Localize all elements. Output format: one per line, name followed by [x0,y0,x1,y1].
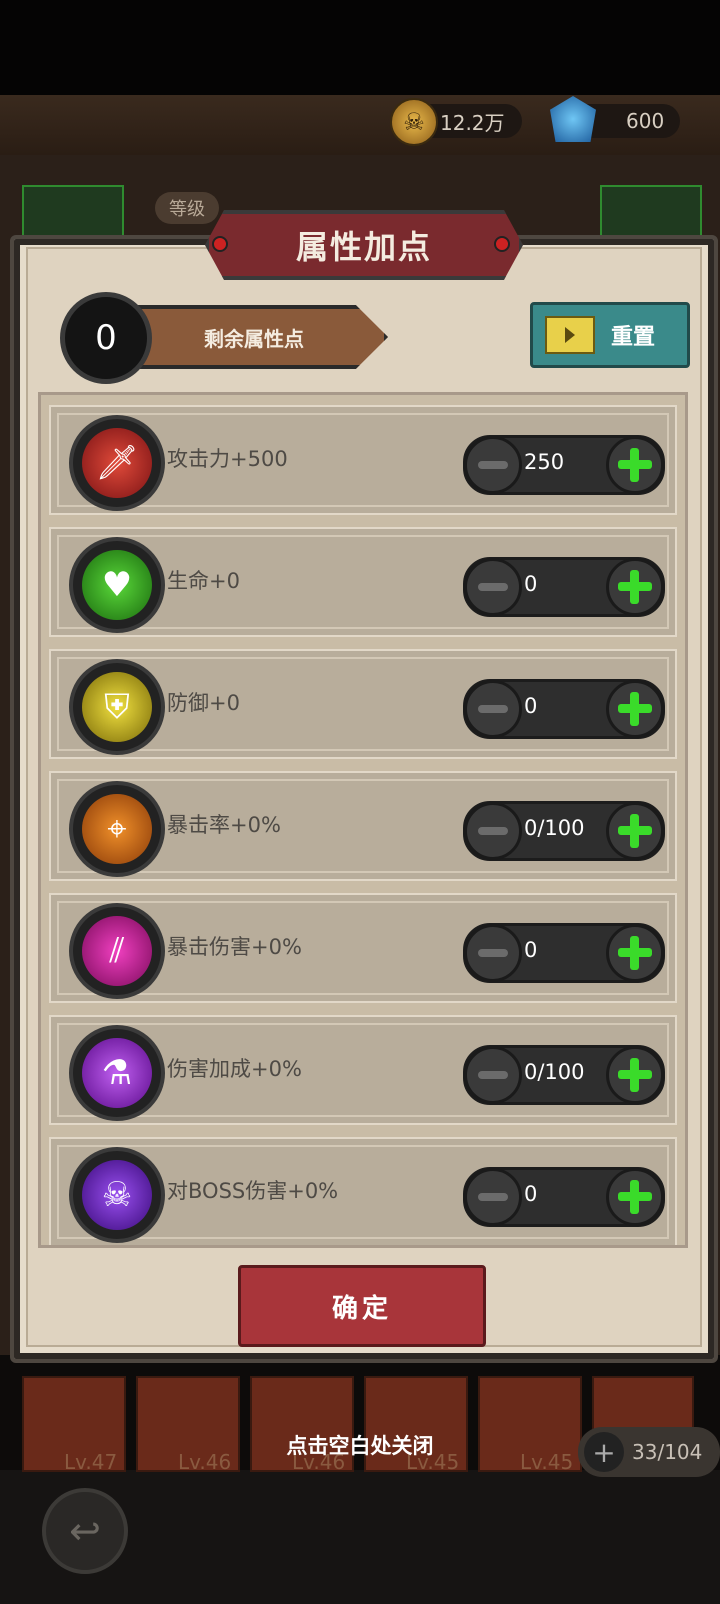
minus-button[interactable] [464,436,522,494]
title-rivet-icon [494,236,510,252]
remaining-points-label: 剩余属性点 [204,326,304,351]
bag-capacity[interactable]: + 33/104 [578,1427,720,1477]
minus-button[interactable] [464,802,522,860]
dialog-title-plate: 属性加点 [205,210,523,280]
minus-button[interactable] [464,1046,522,1104]
attribute-row-attack: 🗡 攻击力+500 250 [49,405,677,515]
stepper-value: 0/100 [524,1060,585,1084]
stepper-value: 250 [524,450,565,474]
coin-counter[interactable]: ☠ 12.2万 [390,98,522,146]
video-ad-icon [545,316,595,354]
attribute-list[interactable]: 🗡 攻击力+500 250 ♥ 生命+0 0 ⛨ 防御+0 0 ⌖ 暴击率+0% [38,392,688,1248]
minus-button[interactable] [464,680,522,738]
attribute-label: 攻击力+500 [167,447,288,471]
claw-icon: ⫽ [69,903,165,999]
attribute-row-crit-damage: ⫽ 暴击伤害+0% 0 [49,893,677,1003]
remaining-points-ribbon: 剩余属性点 [120,305,388,369]
boss-damage-stepper: 0 [463,1167,665,1227]
attribute-row-boss-damage: ☠ 对BOSS伤害+0% 0 [49,1137,677,1245]
attack-stepper: 250 [463,435,665,495]
crit-rate-stepper: 0/100 [463,801,665,861]
bag-count-text: 33/104 [632,1440,703,1464]
plus-button[interactable] [606,1046,664,1104]
shield-icon: ⛨ [69,659,165,755]
crosshair-icon: ⌖ [69,781,165,877]
attribute-row-defense: ⛨ 防御+0 0 [49,649,677,759]
attribute-row-damage-bonus: ⚗ 伤害加成+0% 0/100 [49,1015,677,1125]
attribute-label: 防御+0 [167,691,240,715]
confirm-label: 确定 [331,1293,392,1324]
dialog-title: 属性加点 [295,228,432,266]
reset-label: 重置 [611,325,656,350]
plus-button[interactable] [606,1168,664,1226]
plus-icon: + [584,1432,624,1472]
defense-stepper: 0 [463,679,665,739]
attribute-label: 伤害加成+0% [167,1057,302,1081]
reset-button[interactable]: 重置 [530,302,690,368]
attribute-label: 暴击率+0% [167,813,281,837]
potion-icon: ⚗ [69,1025,165,1121]
crit-damage-stepper: 0 [463,923,665,983]
gem-counter[interactable]: 600 [550,96,680,142]
minus-button[interactable] [464,924,522,982]
stepper-value: 0 [524,694,538,718]
confirm-button[interactable]: 确定 [238,1265,486,1347]
plus-button[interactable] [606,924,664,982]
title-rivet-icon [212,236,228,252]
stepper-value: 0 [524,572,538,596]
health-stepper: 0 [463,557,665,617]
plus-button[interactable] [606,436,664,494]
plus-button[interactable] [606,680,664,738]
minus-button[interactable] [464,1168,522,1226]
attribute-label: 对BOSS伤害+0% [167,1179,339,1203]
attribute-row-crit-rate: ⌖ 暴击率+0% 0/100 [49,771,677,881]
attribute-label: 生命+0 [167,569,240,593]
demon-skull-icon: ☠ [69,1147,165,1243]
back-button[interactable]: ↩ [42,1488,128,1574]
stepper-value: 0 [524,1182,538,1206]
plus-button[interactable] [606,558,664,616]
stepper-value: 0 [524,938,538,962]
coin-value: 12.2万 [440,110,505,135]
remaining-points-badge: 0 [60,292,152,384]
minus-button[interactable] [464,558,522,616]
attribute-label: 暴击伤害+0% [167,935,302,959]
level-tab: 等级 [155,192,219,224]
back-arrow-icon: ↩ [69,1509,101,1553]
status-bar-area [0,0,720,95]
attribute-row-health: ♥ 生命+0 0 [49,527,677,637]
heart-icon: ♥ [69,537,165,633]
sword-icon: 🗡 [69,415,165,511]
plus-button[interactable] [606,802,664,860]
gem-value: 600 [626,109,665,133]
remaining-points-value: 0 [95,318,117,358]
stepper-value: 0/100 [524,816,585,840]
skull-coin-icon: ☠ [390,98,438,146]
damage-bonus-stepper: 0/100 [463,1045,665,1105]
